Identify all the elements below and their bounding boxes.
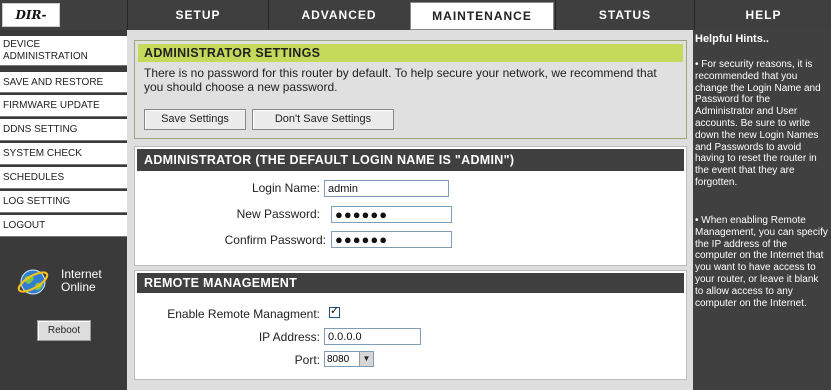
help-title: Helpful Hints.. xyxy=(695,33,769,45)
help-hint-security: • For security reasons, it is recommende… xyxy=(695,59,821,188)
tab-advanced[interactable]: ADVANCED xyxy=(268,0,409,30)
enable-remote-label: Enable Remote Managment: xyxy=(167,307,320,321)
port-select[interactable]: 8080 ▼ xyxy=(324,351,374,367)
internet-status-line2: Online xyxy=(61,280,96,294)
remote-management-title: REMOTE MANAGEMENT xyxy=(137,273,684,293)
port-label: Port: xyxy=(294,353,320,367)
tab-help[interactable]: HELP xyxy=(694,0,831,30)
chevron-down-icon[interactable]: ▼ xyxy=(359,352,373,366)
enable-remote-checkbox[interactable]: ✓ xyxy=(329,304,340,318)
administrator-panel: ADMINISTRATOR (THE DEFAULT LOGIN NAME IS… xyxy=(134,146,687,266)
sidebar-item-system-check[interactable]: SYSTEM CHECK xyxy=(0,143,127,165)
tab-setup[interactable]: SETUP xyxy=(127,0,268,30)
ip-address-input[interactable]: 0.0.0.0 xyxy=(324,328,421,345)
admin-settings-title: ADMINISTRATOR SETTINGS xyxy=(138,44,683,62)
confirm-password-label: Confirm Password: xyxy=(224,233,326,247)
login-name-label: Login Name: xyxy=(251,181,320,195)
sidebar: DEVICE ADMINISTRATION SAVE AND RESTORE F… xyxy=(0,30,127,390)
new-password-label: New Password: xyxy=(236,207,320,221)
help-panel: Helpful Hints.. • For security reasons, … xyxy=(693,30,831,390)
reboot-button[interactable]: Reboot xyxy=(37,320,91,341)
login-name-input[interactable]: admin xyxy=(324,180,449,197)
save-settings-button[interactable]: Save Settings xyxy=(144,109,246,130)
top-navigation-bar: DIR-100 SETUP ADVANCED MAINTENANCE STATU… xyxy=(0,0,831,44)
confirm-password-input[interactable]: ●●●●●● xyxy=(331,231,452,248)
sidebar-item-log-setting[interactable]: LOG SETTING xyxy=(0,191,127,213)
sidebar-item-device-administration[interactable]: DEVICE ADMINISTRATION xyxy=(0,36,127,66)
ip-address-label: IP Address: xyxy=(258,330,320,344)
main-content: ADMINISTRATOR SETTINGS There is no passw… xyxy=(127,30,693,390)
help-hint-remote: • When enabling Remote Management, you c… xyxy=(695,215,828,309)
remote-management-panel: REMOTE MANAGEMENT Enable Remote Managmen… xyxy=(134,270,687,380)
sidebar-item-save-and-restore[interactable]: SAVE AND RESTORE xyxy=(0,72,127,93)
internet-globe-icon xyxy=(17,269,49,295)
sidebar-item-logout[interactable]: LOGOUT xyxy=(0,215,127,237)
admin-settings-description: There is no password for this router by … xyxy=(144,66,657,94)
checkmark-icon: ✓ xyxy=(330,304,340,317)
sidebar-item-schedules[interactable]: SCHEDULES xyxy=(0,167,127,189)
tab-status[interactable]: STATUS xyxy=(555,0,694,30)
port-select-value: 8080 xyxy=(327,354,350,365)
sidebar-item-ddns-setting[interactable]: DDNS SETTING xyxy=(0,119,127,141)
new-password-input[interactable]: ●●●●●● xyxy=(331,206,452,223)
sidebar-item-firmware-update[interactable]: FIRMWARE UPDATE xyxy=(0,95,127,117)
admin-settings-panel: ADMINISTRATOR SETTINGS There is no passw… xyxy=(134,40,687,139)
tab-maintenance[interactable]: MAINTENANCE xyxy=(410,2,554,30)
administrator-title: ADMINISTRATOR (THE DEFAULT LOGIN NAME IS… xyxy=(137,149,684,171)
product-logo: DIR-100 xyxy=(2,3,60,44)
dont-save-settings-button[interactable]: Don't Save Settings xyxy=(252,109,394,130)
internet-status: Internet Online xyxy=(16,264,126,304)
